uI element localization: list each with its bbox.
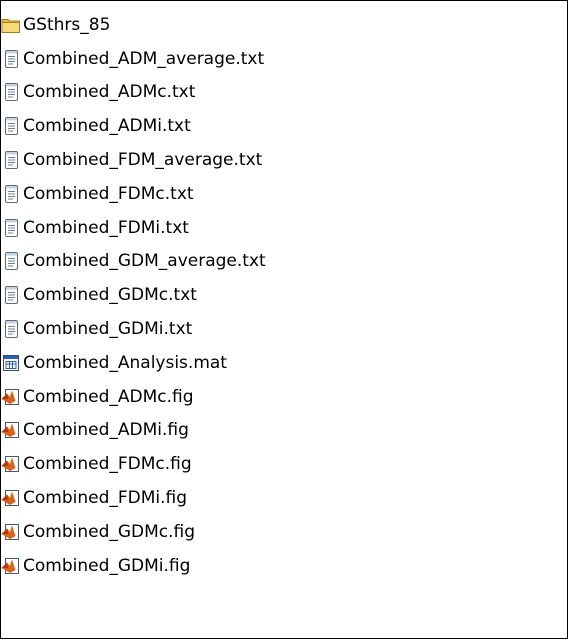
file-name: Combined_ADMc.fig xyxy=(23,386,194,407)
file-item[interactable]: Combined_FDMi.fig xyxy=(1,481,266,515)
file-item[interactable]: Combined_Analysis.mat xyxy=(1,346,266,380)
file-name: Combined_GDMc.fig xyxy=(23,521,196,542)
text-document-icon xyxy=(1,218,21,238)
file-name: Combined_ADMi.fig xyxy=(23,420,189,441)
text-document-icon xyxy=(1,285,21,305)
text-document-icon xyxy=(1,49,21,69)
file-item[interactable]: Combined_ADMi.fig xyxy=(1,414,266,448)
file-item[interactable]: Combined_GDMi.fig xyxy=(1,549,266,583)
file-item[interactable]: Combined_ADMc.txt xyxy=(1,76,266,110)
file-name: Combined_ADMi.txt xyxy=(23,116,191,137)
text-document-icon xyxy=(1,150,21,170)
file-item[interactable]: Combined_FDM_average.txt xyxy=(1,143,266,177)
file-name: GSthrs_85 xyxy=(23,14,111,35)
file-name: Combined_FDMi.txt xyxy=(23,217,189,238)
file-list: GSthrs_85 Combined_ADM_average.txt Combi… xyxy=(1,8,266,583)
file-item[interactable]: Combined_GDMi.txt xyxy=(1,312,266,346)
file-item[interactable]: Combined_ADMc.fig xyxy=(1,380,266,414)
file-name: Combined_GDMi.txt xyxy=(23,319,193,340)
file-name: Combined_GDMc.txt xyxy=(23,285,197,306)
file-item[interactable]: Combined_ADMi.txt xyxy=(1,109,266,143)
text-document-icon xyxy=(1,184,21,204)
matlab-figure-icon xyxy=(1,454,21,474)
file-item[interactable]: Combined_FDMc.txt xyxy=(1,177,266,211)
file-name: Combined_Analysis.mat xyxy=(23,352,227,373)
matlab-figure-icon xyxy=(1,488,21,508)
file-name: Combined_FDMc.fig xyxy=(23,454,192,475)
text-document-icon xyxy=(1,82,21,102)
file-name: Combined_GDM_average.txt xyxy=(23,251,266,272)
file-item[interactable]: Combined_GDM_average.txt xyxy=(1,245,266,279)
file-name: Combined_FDMi.fig xyxy=(23,488,188,509)
file-item[interactable]: Combined_FDMi.txt xyxy=(1,211,266,245)
file-name: Combined_GDMi.fig xyxy=(23,555,191,576)
text-document-icon xyxy=(1,116,21,136)
file-item[interactable]: Combined_FDMc.fig xyxy=(1,447,266,481)
file-name: Combined_ADM_average.txt xyxy=(23,48,265,69)
file-item[interactable]: Combined_GDMc.fig xyxy=(1,515,266,549)
folder-icon xyxy=(1,15,21,35)
file-name: Combined_FDM_average.txt xyxy=(23,150,263,171)
file-item[interactable]: Combined_GDMc.txt xyxy=(1,278,266,312)
mat-file-icon xyxy=(1,353,21,373)
matlab-figure-icon xyxy=(1,556,21,576)
text-document-icon xyxy=(1,251,21,271)
file-list-panel: GSthrs_85 Combined_ADM_average.txt Combi… xyxy=(0,0,568,639)
file-name: Combined_FDMc.txt xyxy=(23,183,194,204)
text-document-icon xyxy=(1,319,21,339)
file-item[interactable]: Combined_ADM_average.txt xyxy=(1,42,266,76)
matlab-figure-icon xyxy=(1,420,21,440)
matlab-figure-icon xyxy=(1,387,21,407)
folder-item[interactable]: GSthrs_85 xyxy=(1,8,266,42)
file-name: Combined_ADMc.txt xyxy=(23,82,196,103)
matlab-figure-icon xyxy=(1,522,21,542)
